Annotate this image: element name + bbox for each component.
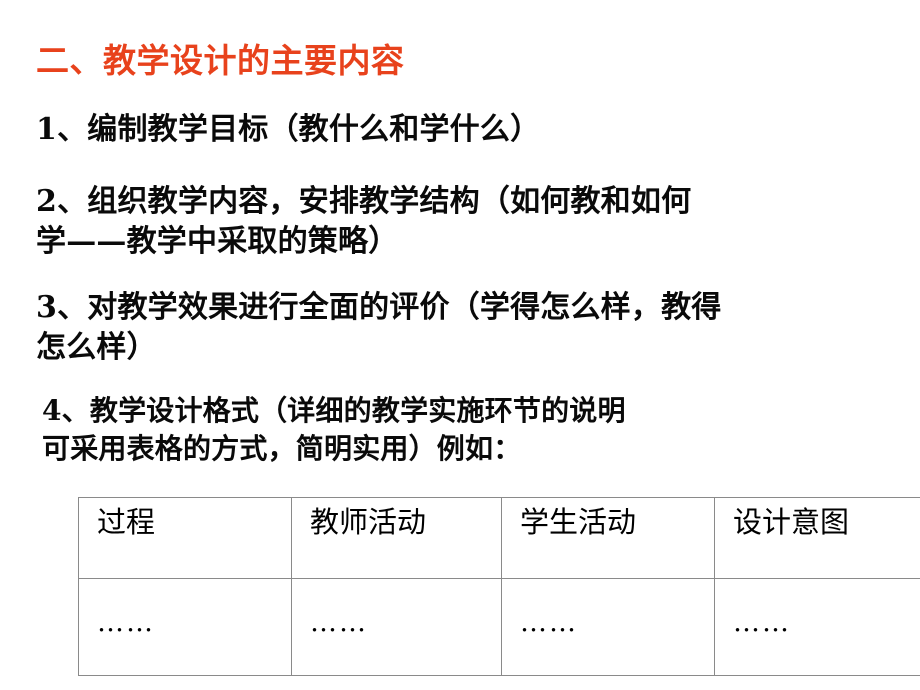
table-header-row: 过程 教师活动 学生活动 设计意图	[78, 497, 920, 579]
table-header-teacher-activity: 教师活动	[291, 497, 502, 579]
table-header-design-intent: 设计意图	[714, 497, 920, 579]
content-item-3-line-2: 怎么样）	[36, 330, 157, 365]
table-cell-student-activity: ……	[501, 578, 715, 676]
slide-title: 二、教学设计的主要内容	[36, 41, 405, 80]
content-item-4-line-2: 可采用表格的方式，简明实用）例如：	[42, 432, 522, 465]
table-row: …… …… …… ……	[78, 578, 920, 676]
content-item-4: 4、教学设计格式（详细的教学实施环节的说明 可采用表格的方式，简明实用）例如：	[42, 392, 920, 468]
content-item-1: 1、编制教学目标（教什么和学什么）	[36, 110, 896, 150]
slide-canvas: 二、教学设计的主要内容 1、编制教学目标（教什么和学什么） 2、组织教学内容，安…	[0, 0, 920, 690]
content-item-2-line-1: 2、组织教学内容，安排教学结构（如何教和如何	[36, 184, 692, 219]
content-item-4-line-1: 4、教学设计格式（详细的教学实施环节的说明	[42, 394, 626, 427]
table-cell-design-intent: ……	[714, 578, 920, 676]
content-item-1-line-1: 1、编制教学目标（教什么和学什么）	[36, 112, 541, 147]
content-item-2-line-2: 学——教学中采取的策略）	[36, 224, 399, 259]
table-header-student-activity: 学生活动	[501, 497, 715, 579]
table-cell-process: ……	[78, 578, 292, 676]
content-item-2: 2、组织教学内容，安排教学结构（如何教和如何 学——教学中采取的策略）	[36, 182, 916, 262]
table-cell-teacher-activity: ……	[291, 578, 502, 676]
table-header-process: 过程	[78, 497, 292, 579]
lesson-design-table: 过程 教师活动 学生活动 设计意图 …… …… …… ……	[78, 497, 920, 676]
content-item-3-line-1: 3、对教学效果进行全面的评价（学得怎么样，教得	[36, 290, 722, 325]
content-item-3: 3、对教学效果进行全面的评价（学得怎么样，教得 怎么样）	[36, 288, 916, 368]
